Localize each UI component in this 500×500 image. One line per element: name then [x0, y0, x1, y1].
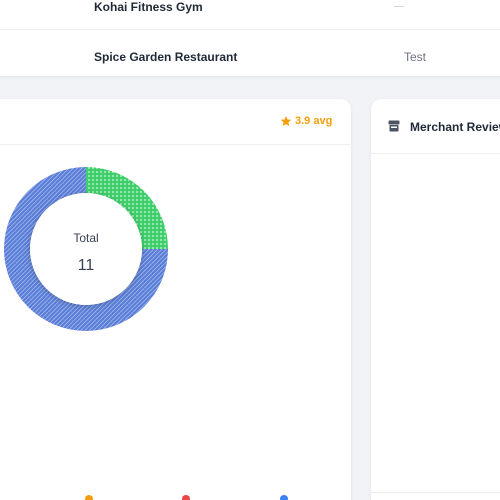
legend-dot: [280, 495, 288, 500]
store-icon: [388, 120, 400, 132]
ratings-card-header: 3.9 avg: [0, 99, 351, 145]
merchant-name: Kohai Fitness Gym: [94, 0, 203, 14]
divider: [371, 492, 500, 493]
average-rating-badge: 3.9 avg: [280, 115, 332, 127]
rating-donut-chart: [4, 167, 168, 331]
donut-hole: [30, 193, 142, 305]
ratings-card: 3.9 avg Total 11: [0, 99, 351, 500]
reviews-card-header: Merchant Reviews: [371, 99, 500, 154]
donut-center-value: 11: [77, 257, 95, 274]
merchant-reviews-card: Merchant Reviews: [371, 99, 500, 500]
merchants-table-card: Kohai Fitness Gym Spice Garden Restauran…: [0, 0, 500, 76]
table-row[interactable]: Spice Garden Restaurant Test: [0, 31, 500, 81]
table-row[interactable]: Kohai Fitness Gym: [0, 0, 500, 30]
legend-dot: [182, 495, 190, 500]
empty-cell-dash: [394, 6, 404, 7]
donut-center-label: Total: [73, 231, 99, 245]
star-icon: [280, 116, 292, 126]
legend-dot: [85, 495, 93, 500]
merchant-value: Test: [404, 50, 427, 64]
merchant-name: Spice Garden Restaurant: [94, 50, 238, 64]
reviews-card-title: Merchant Reviews: [410, 120, 500, 134]
average-rating-text: 3.9 avg: [295, 115, 333, 127]
